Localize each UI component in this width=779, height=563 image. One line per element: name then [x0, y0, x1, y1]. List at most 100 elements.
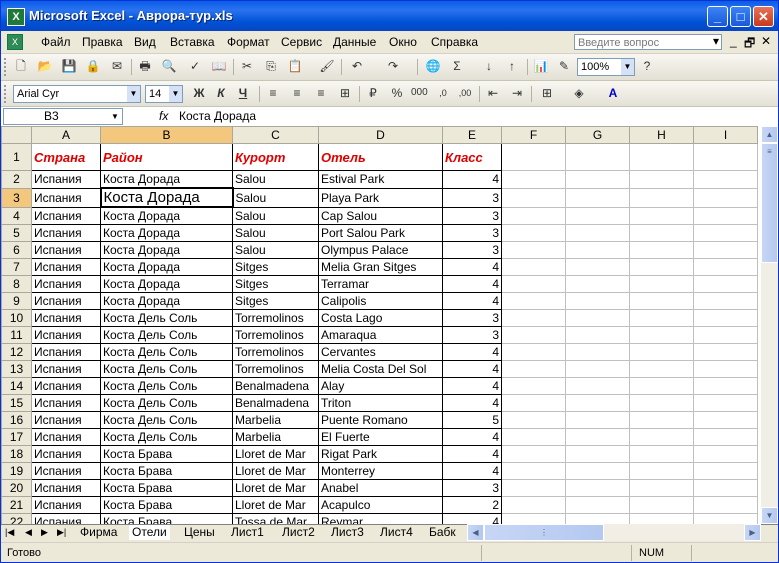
autosum-icon[interactable]: Σ [449, 58, 465, 74]
tab-list3[interactable]: Лист3 [328, 525, 367, 540]
cell[interactable] [565, 479, 630, 497]
workbook-icon[interactable]: X [7, 34, 23, 50]
cell[interactable]: 4 [442, 377, 502, 395]
decrease-decimal-icon[interactable]: ,00 [457, 85, 473, 101]
cell[interactable]: 3 [442, 187, 502, 208]
cell[interactable] [629, 377, 694, 395]
cell[interactable]: Испания [31, 377, 101, 395]
function-icon[interactable]: fx [159, 109, 168, 123]
cell[interactable]: Costa Lago [318, 309, 443, 327]
cell[interactable] [693, 445, 758, 463]
minimize-button[interactable]: _ [707, 6, 728, 27]
cell[interactable]: Коста Дорада [100, 258, 233, 276]
help-icon[interactable]: ? [639, 58, 655, 74]
font-size-select[interactable]: 14 ▼ [145, 85, 183, 103]
cell[interactable] [693, 187, 758, 208]
cell[interactable]: Sitges [232, 275, 319, 293]
cell[interactable]: 4 [442, 170, 502, 189]
cell[interactable]: Испания [31, 241, 101, 259]
cell[interactable] [693, 309, 758, 327]
cell[interactable]: Испания [31, 394, 101, 412]
cell[interactable]: Коста Дорада [100, 292, 233, 310]
cell[interactable] [629, 513, 694, 524]
header-cell[interactable]: Класс [442, 143, 502, 171]
cell[interactable] [501, 496, 566, 514]
cell[interactable]: Puente Romano [318, 411, 443, 429]
toolbar-grip[interactable] [4, 58, 9, 76]
cell[interactable]: Испания [31, 411, 101, 429]
prev-sheet-icon[interactable]: ◀ [25, 527, 32, 538]
zoom-dropdown-icon[interactable]: ▼ [621, 59, 634, 75]
hyperlink-icon[interactable]: 🌐 [425, 58, 441, 74]
column-header[interactable]: D [318, 126, 443, 144]
row-header[interactable]: 22 [1, 513, 32, 524]
cell[interactable] [629, 258, 694, 276]
cell[interactable]: Salou [232, 170, 319, 189]
cell[interactable]: Acapulco [318, 496, 443, 514]
decrease-indent-icon[interactable]: ⇤ [485, 85, 501, 101]
tab-list2[interactable]: Лист2 [279, 525, 318, 540]
cell[interactable]: Коста Дорада [100, 241, 233, 259]
cell[interactable]: Коста Дорада [100, 170, 233, 189]
row-header[interactable]: 2 [1, 170, 32, 189]
menu-insert[interactable]: Вставка [170, 35, 215, 49]
menu-view[interactable]: Вид [134, 35, 156, 49]
cell[interactable]: Salou [232, 206, 319, 225]
cell[interactable]: Terramar [318, 275, 443, 293]
cell[interactable]: Monterrey [318, 462, 443, 480]
cell[interactable]: 4 [442, 394, 502, 412]
cell[interactable]: 3 [442, 206, 502, 225]
cell[interactable]: Estival Park [318, 170, 443, 189]
cell[interactable] [629, 428, 694, 446]
row-header[interactable]: 21 [1, 496, 32, 514]
cell[interactable] [565, 309, 630, 327]
cell[interactable] [693, 360, 758, 378]
cell[interactable] [501, 275, 566, 293]
cell[interactable]: Испания [31, 187, 101, 208]
cell[interactable]: Испания [31, 170, 101, 189]
cell[interactable]: Испания [31, 360, 101, 378]
cell[interactable]: Коста Дель Соль [100, 326, 233, 344]
increase-decimal-icon[interactable]: ,0 [435, 85, 451, 101]
cell[interactable]: Lloret de Mar [232, 479, 319, 497]
cell[interactable]: Reymar [318, 513, 443, 524]
cell[interactable]: 2 [442, 496, 502, 514]
cell[interactable] [629, 496, 694, 514]
toolbar-grip[interactable] [4, 85, 9, 103]
cell[interactable] [693, 241, 758, 259]
column-header[interactable]: B [100, 126, 233, 144]
cell[interactable] [501, 445, 566, 463]
cell[interactable]: Коста Брава [100, 513, 233, 524]
doc-restore-button[interactable]: 🗗 [744, 34, 755, 55]
cell[interactable]: Испания [31, 343, 101, 361]
cell[interactable] [693, 411, 758, 429]
cell[interactable]: Torremolinos [232, 326, 319, 344]
font-color-icon[interactable]: A [605, 85, 621, 101]
cell[interactable] [629, 479, 694, 497]
cell[interactable] [501, 206, 566, 225]
undo-icon[interactable]: ↶ [349, 58, 365, 74]
open-icon[interactable]: 📂 [37, 58, 53, 74]
cell[interactable]: 4 [442, 428, 502, 446]
cell[interactable]: Коста Дорада [100, 224, 233, 242]
next-sheet-icon[interactable]: ▶ [41, 527, 48, 538]
paste-icon[interactable]: 📋 [287, 58, 303, 74]
cell[interactable]: Испания [31, 513, 101, 524]
cell[interactable]: Cervantes [318, 343, 443, 361]
cell[interactable]: Salou [232, 187, 319, 208]
row-header[interactable]: 16 [1, 411, 32, 429]
cell[interactable] [501, 241, 566, 259]
cell[interactable] [693, 258, 758, 276]
menu-file[interactable]: Файл [41, 35, 71, 49]
drawing-icon[interactable]: ✎ [556, 58, 572, 74]
cell[interactable] [693, 496, 758, 514]
cell[interactable] [629, 445, 694, 463]
save-icon[interactable]: 💾 [61, 58, 77, 74]
align-center-icon[interactable]: ≡ [289, 85, 305, 101]
cell[interactable]: Испания [31, 224, 101, 242]
tab-tseny[interactable]: Цены [181, 525, 218, 540]
cell[interactable] [693, 513, 758, 524]
cell[interactable]: Anabel [318, 479, 443, 497]
scroll-left-icon[interactable]: ◀ [467, 524, 484, 541]
cell[interactable] [501, 411, 566, 429]
